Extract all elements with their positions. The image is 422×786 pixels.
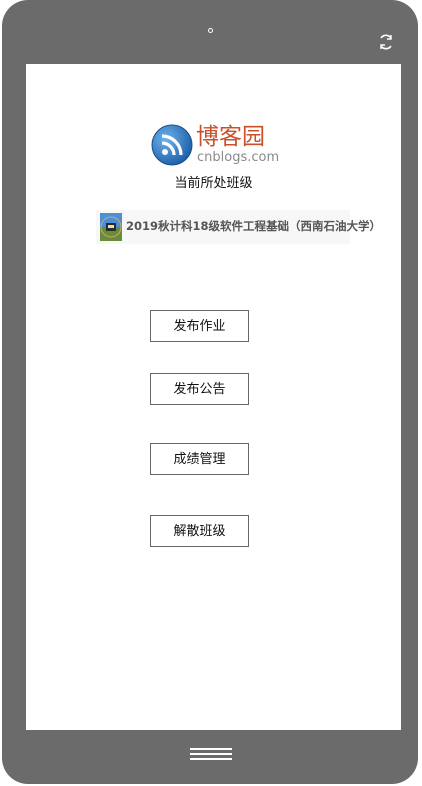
app-screen: 博客园 cnblogs.com 当前所处班级 2019秋计科18级软件工程基础（… bbox=[26, 64, 401, 730]
rotate-icon[interactable] bbox=[376, 32, 396, 52]
publish-announcement-button[interactable]: 发布公告 bbox=[150, 373, 249, 405]
current-class-label: 当前所处班级 bbox=[174, 176, 253, 191]
class-avatar-icon bbox=[100, 213, 122, 241]
home-bars-icon[interactable] bbox=[190, 748, 232, 762]
class-name: 2019秋计科18级软件工程基础（西南石油大学） bbox=[126, 219, 382, 233]
grade-management-button[interactable]: 成绩管理 bbox=[150, 443, 249, 475]
logo-title: 博客园 bbox=[196, 124, 265, 150]
cnblogs-logo: 博客园 cnblogs.com bbox=[150, 122, 280, 170]
publish-homework-button[interactable]: 发布作业 bbox=[150, 310, 249, 342]
class-banner[interactable]: 2019秋计科18级软件工程基础（西南石油大学） bbox=[96, 210, 381, 244]
dissolve-class-button[interactable]: 解散班级 bbox=[150, 515, 249, 547]
phone-frame: 博客园 cnblogs.com 当前所处班级 2019秋计科18级软件工程基础（… bbox=[2, 0, 418, 784]
rss-logo-icon bbox=[151, 124, 193, 166]
logo-domain: cnblogs.com bbox=[197, 150, 280, 165]
camera-dot-icon bbox=[208, 28, 213, 33]
